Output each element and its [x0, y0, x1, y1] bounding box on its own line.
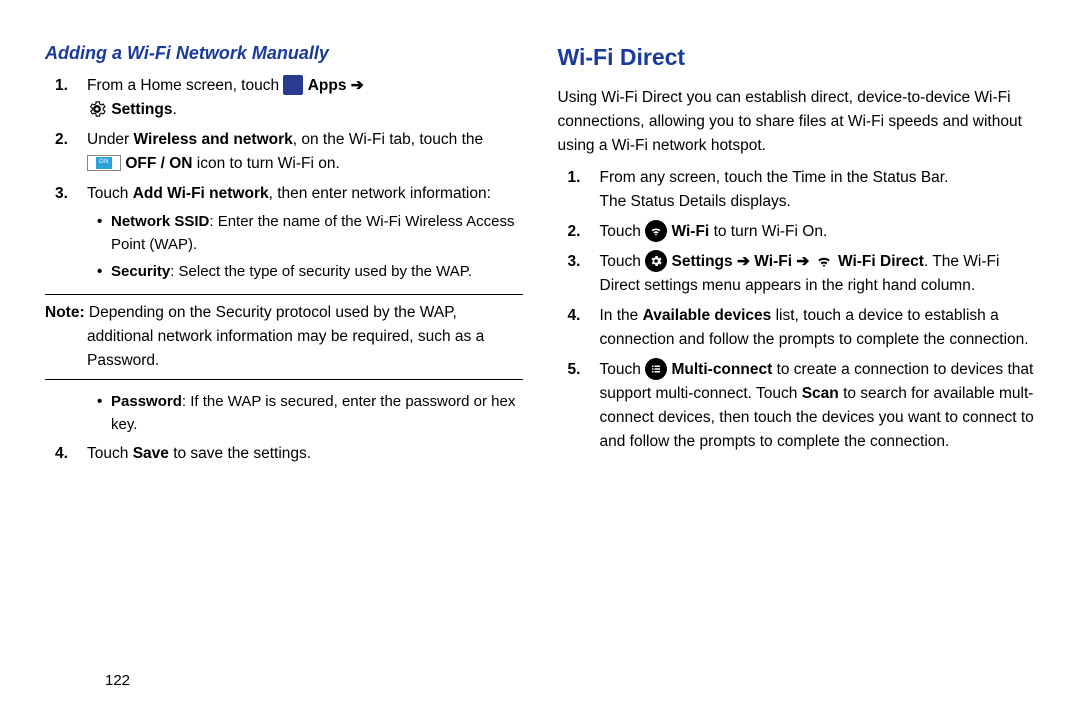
wd2-b: Wi-Fi: [672, 223, 710, 240]
bullets: Network SSID: Enter the name of the Wi-F…: [97, 210, 523, 284]
right-column: Wi-Fi Direct Using Wi-Fi Direct you can …: [558, 40, 1036, 690]
wd3-c: Wi-Fi: [754, 253, 792, 270]
wd3-d: Wi-Fi Direct: [838, 253, 924, 270]
wd-step-5: Touch Multi-connect to create a connecti…: [586, 358, 1036, 454]
wd-step-1: From any screen, touch the Time in the S…: [586, 166, 1036, 214]
bullet3-a: Password: [111, 393, 182, 410]
step-1: From a Home screen, touch Apps ➔ Setting…: [73, 74, 523, 122]
wd5-d: Scan: [802, 385, 839, 402]
step2-e: icon to turn Wi-Fi on.: [197, 155, 340, 172]
settings-label: Settings: [111, 101, 172, 118]
step4-c: to save the settings.: [173, 445, 311, 462]
bullet2-b: : Select the type of security used by th…: [170, 263, 472, 280]
step3-a: Touch: [87, 185, 128, 202]
step4-a: Touch: [87, 445, 128, 462]
step3-b: Add Wi-Fi network: [133, 185, 269, 202]
bullet-password: Password: If the WAP is secured, enter t…: [97, 390, 523, 437]
arrow-icon-2: ➔: [737, 253, 750, 270]
left-column: Adding a Wi-Fi Network Manually From a H…: [45, 40, 523, 690]
wd3-a: Touch: [600, 253, 641, 270]
note-text: Depending on the Security protocol used …: [87, 304, 484, 369]
step3-c: , then enter network information:: [269, 185, 491, 202]
wd5-a: Touch: [600, 361, 641, 378]
wifi-direct-title: Wi-Fi Direct: [558, 40, 1036, 76]
settings-filled-icon: [645, 250, 667, 272]
step1-dot: .: [172, 101, 176, 118]
settings-icon: [87, 99, 107, 119]
apps-icon: [283, 75, 303, 95]
manual-steps: From a Home screen, touch Apps ➔ Setting…: [73, 74, 523, 466]
step-4: Touch Save to save the settings.: [73, 442, 523, 466]
step2-c: , on the Wi-Fi tab, touch the: [293, 131, 483, 148]
wd5-b: Multi-connect: [672, 361, 773, 378]
wd-step-3: Touch Settings ➔ Wi-Fi ➔ Wi-Fi Direct. T…: [586, 250, 1036, 298]
arrow-icon-3: ➔: [796, 253, 809, 270]
bullet1-a: Network SSID: [111, 213, 209, 230]
multi-connect-icon: [645, 358, 667, 380]
on-label: ON: [96, 157, 112, 169]
section-title: Adding a Wi-Fi Network Manually: [45, 40, 523, 68]
step-2: Under Wireless and network, on the Wi-Fi…: [73, 128, 523, 176]
wd1-b: The Status Details displays.: [600, 193, 791, 210]
wd4-a: In the: [600, 307, 639, 324]
step1-text-a: From a Home screen, touch: [87, 77, 279, 94]
bullet-ssid: Network SSID: Enter the name of the Wi-F…: [97, 210, 523, 257]
step2-d: OFF / ON: [125, 155, 192, 172]
step2-b: Wireless and network: [134, 131, 293, 148]
step-3: Touch Add Wi-Fi network, then enter netw…: [73, 182, 523, 436]
onoff-icon: ON: [87, 155, 121, 171]
wd3-b: Settings: [672, 253, 733, 270]
step4-b: Save: [133, 445, 169, 462]
wd-step-2: Touch Wi-Fi to turn Wi-Fi On.: [586, 220, 1036, 244]
wd2-c: to turn Wi-Fi On.: [714, 223, 828, 240]
wd1-a: From any screen, touch the Time in the S…: [600, 169, 949, 186]
wd-step-4: In the Available devices list, touch a d…: [586, 304, 1036, 352]
wifi-direct-steps: From any screen, touch the Time in the S…: [586, 166, 1036, 454]
wd4-b: Available devices: [643, 307, 772, 324]
note-label: Note:: [45, 304, 85, 321]
bullets-2: Password: If the WAP is secured, enter t…: [97, 390, 523, 437]
bullet-security: Security: Select the type of security us…: [97, 260, 523, 283]
wifi-icon: [645, 220, 667, 242]
arrow-icon: ➔: [351, 77, 364, 94]
step2-a: Under: [87, 131, 129, 148]
wifi-outline-icon: [814, 251, 834, 271]
wd2-a: Touch: [600, 223, 641, 240]
wifi-direct-intro: Using Wi-Fi Direct you can establish dir…: [558, 86, 1036, 158]
bullet2-a: Security: [111, 263, 170, 280]
note-block: Note: Depending on the Security protocol…: [45, 294, 523, 380]
page-number: 122: [105, 669, 130, 692]
apps-label: Apps: [308, 77, 347, 94]
